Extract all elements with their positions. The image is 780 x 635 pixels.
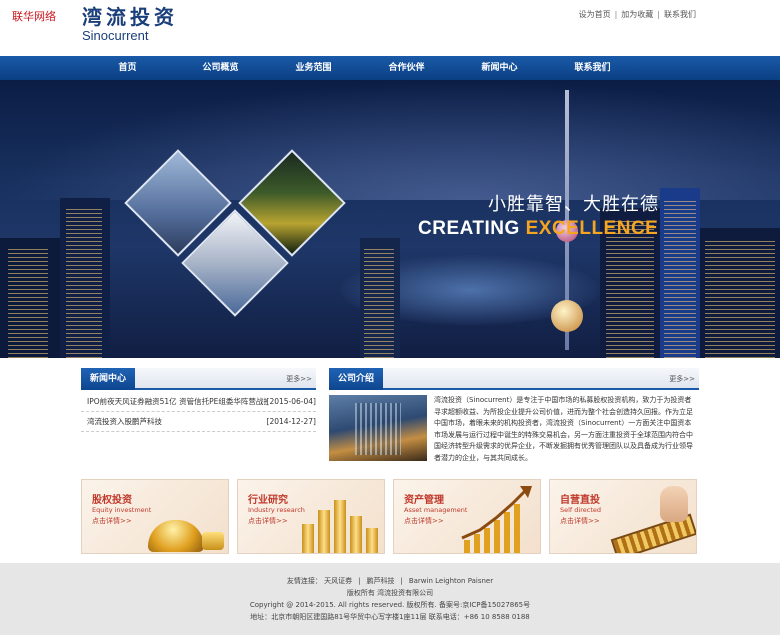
card-industry-research[interactable]: 行业研究 Industry research 点击详情>> — [237, 479, 385, 554]
card-subtitle: Equity investment — [92, 506, 152, 514]
slogan-word-creating: CREATING — [418, 218, 520, 239]
card-title: 资产管理 — [404, 495, 444, 506]
gold-coins-icon — [202, 532, 224, 550]
sky-glow — [0, 80, 780, 200]
building-lights — [8, 248, 48, 358]
coin-stack-icon — [366, 528, 378, 553]
footer-link[interactable]: 天风证券 — [324, 577, 352, 585]
news-item[interactable]: 湾流投资入股鹏芦科技 [2014-12-27] — [81, 412, 316, 432]
about-more-link[interactable]: 更多>> — [669, 368, 695, 390]
building-lights — [66, 208, 102, 358]
news-panel-header: 新闻中心 更多>> — [81, 368, 316, 390]
footer-link[interactable]: Barwin Leighton Paisner — [409, 577, 493, 585]
company-building-image — [329, 395, 427, 461]
coin-stack-icon — [302, 524, 314, 553]
card-subtitle: Asset management — [404, 506, 468, 514]
divider: | — [400, 577, 403, 585]
slogan-english: CREATING EXCELLENCE — [418, 218, 658, 240]
main-nav: 首页 公司概览 业务范围 合作伙伴 新闻中心 联系我们 — [0, 56, 780, 80]
logo-english: Sinocurrent — [82, 28, 149, 43]
news-list: IPO前夜天风证券融资51亿 资管信托PE组委华阵营战投 [2015-06-04… — [81, 392, 316, 432]
coin-stack-icon — [350, 516, 362, 553]
footer-link[interactable]: 鹏芦科技 — [366, 577, 394, 585]
building-lights — [705, 238, 775, 358]
nav-item-business-scope[interactable]: 业务范围 — [267, 56, 360, 80]
news-more-link[interactable]: 更多>> — [286, 368, 312, 390]
footer-links-label: 友情连接： — [286, 577, 322, 585]
card-more-link[interactable]: 点击详情>> — [404, 516, 444, 526]
slogan-word-excellence: EXCELLENCE — [525, 218, 659, 239]
nav-item-partners[interactable]: 合作伙伴 — [360, 56, 453, 80]
top-links: 设为首页 | 加为收藏 | 联系我们 — [579, 9, 696, 20]
nav-item-contact-us[interactable]: 联系我们 — [546, 56, 639, 80]
card-subtitle: Self directed — [560, 506, 601, 514]
site-logo[interactable]: 湾流投资 Sinocurrent — [82, 6, 178, 43]
news-item-date: [2015-06-04] — [266, 397, 316, 406]
card-more-link[interactable]: 点击详情>> — [92, 516, 132, 526]
nav-item-company-overview[interactable]: 公司概览 — [174, 56, 267, 80]
add-favorite-link[interactable]: 加为收藏 — [621, 10, 653, 19]
divider: | — [614, 10, 618, 19]
tv-tower-sphere — [551, 300, 583, 332]
footer: 友情连接： 天风证券 | 鹏芦科技 | Barwin Leighton Paisner … — [0, 563, 780, 635]
card-title: 行业研究 — [248, 495, 288, 506]
card-equity-investment[interactable]: 股权投资 Equity investment 点击详情>> — [81, 479, 229, 554]
about-panel-header: 公司介绍 更多>> — [329, 368, 699, 390]
card-title: 自营直投 — [560, 495, 600, 506]
nav-item-news-center[interactable]: 新闻中心 — [453, 56, 546, 80]
contact-us-link[interactable]: 联系我们 — [664, 10, 696, 19]
header: 湾流投资 Sinocurrent 设为首页 | 加为收藏 | 联系我们 — [0, 0, 780, 56]
footer-address: 地址：北京市朝阳区建国路81号华贸中心写字楼1座11层 联系电话：+86 10 … — [250, 613, 530, 621]
footer-links: 友情连接： 天风证券 | 鹏芦科技 | Barwin Leighton Paisner — [0, 575, 780, 587]
coin-stack-icon — [318, 510, 330, 553]
divider: | — [657, 10, 660, 19]
gold-pot-icon — [148, 520, 204, 552]
hero-banner: 小胜靠智、大胜在德 CREATING EXCELLENCE — [0, 80, 780, 358]
about-panel-title: 公司介绍 — [329, 368, 384, 390]
footer-copyright: Copyright @ 2014-2015. All rights reserv… — [249, 601, 531, 609]
card-asset-management[interactable]: 资产管理 Asset management 点击详情>> — [393, 479, 541, 554]
news-item[interactable]: IPO前夜天风证券融资51亿 资管信托PE组委华阵营战投 [2015-06-04… — [81, 392, 316, 412]
news-item-title[interactable]: IPO前夜天风证券融资51亿 资管信托PE组委华阵营战投 — [87, 392, 267, 412]
card-more-link[interactable]: 点击详情>> — [560, 516, 600, 526]
logo-chinese: 湾流投资 — [82, 5, 178, 29]
building-glass-facade — [355, 403, 401, 455]
card-subtitle: Industry research — [248, 506, 305, 514]
divider: | — [358, 577, 361, 585]
company-intro-text: 湾流投资（Sinocurrent）是专注于中国市场的私募股权投资机构，致力于为投… — [434, 396, 693, 462]
set-homepage-link[interactable]: 设为首页 — [579, 10, 611, 19]
coin-stack-icon — [334, 500, 346, 553]
nav-item-home[interactable]: 首页 — [81, 56, 174, 80]
rising-chart-icon — [461, 486, 532, 553]
building-lights — [364, 248, 394, 358]
news-panel-title: 新闻中心 — [81, 368, 136, 390]
card-title: 股权投资 — [92, 495, 132, 506]
building-lights — [664, 198, 696, 358]
footer-rights: 版权所有 湾流投资有限公司 — [346, 589, 434, 597]
card-more-link[interactable]: 点击详情>> — [248, 516, 288, 526]
news-item-title[interactable]: 湾流投资入股鹏芦科技 — [87, 412, 267, 432]
card-self-directed[interactable]: 自营直投 Self directed 点击详情>> — [549, 479, 697, 554]
news-item-date: [2014-12-27] — [266, 417, 316, 426]
slogan-chinese: 小胜靠智、大胜在德 — [488, 194, 659, 215]
hand-icon — [660, 486, 688, 522]
